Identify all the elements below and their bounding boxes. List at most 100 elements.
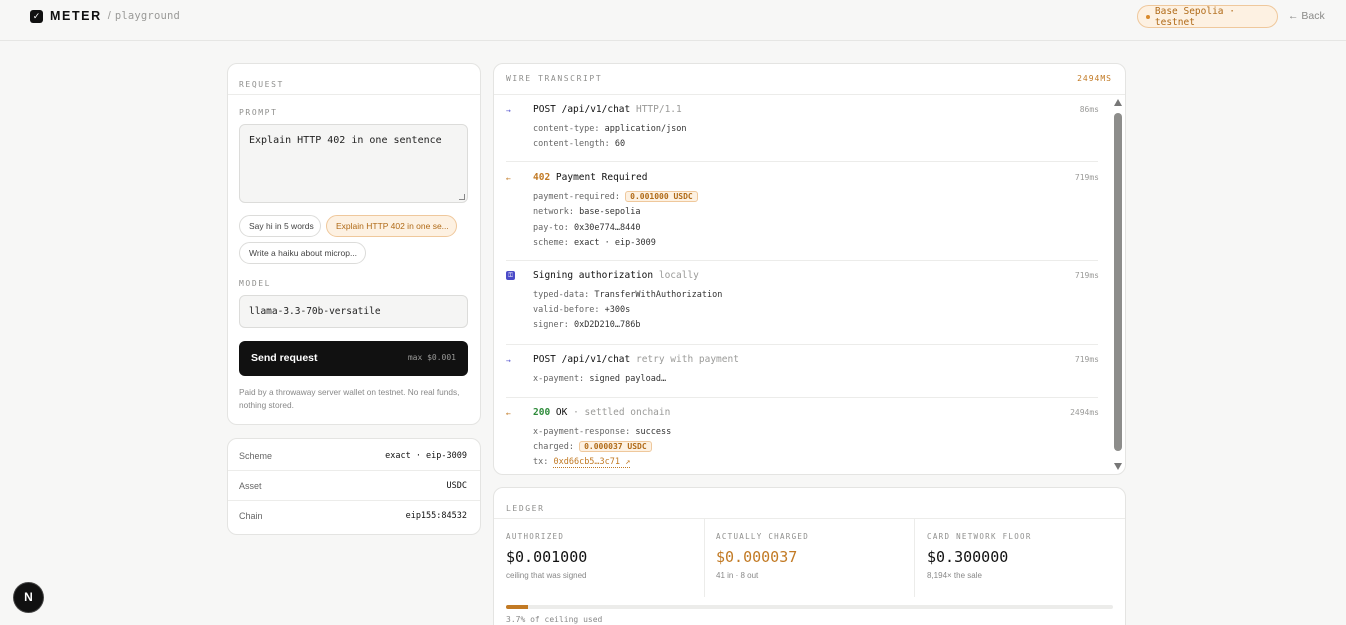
suggestion-chip[interactable]: Write a haiku about microp... — [239, 242, 366, 264]
send-button-max: max $0.001 — [407, 353, 456, 362]
authorized-value: $0.001000 — [506, 548, 588, 566]
resize-handle-icon[interactable] — [459, 194, 465, 200]
model-label: MODEL — [239, 279, 272, 288]
brand[interactable]: ✓ METER / playground — [30, 9, 180, 23]
authorized-sub: ceiling that was signed — [506, 571, 587, 580]
scheme-row: Scheme exact · eip-3009 — [228, 441, 480, 471]
header-line: pay-to: 0x30e774…8440 — [533, 223, 641, 233]
top-bar: ✓ METER / playground Base Sepolia · test… — [0, 0, 1346, 41]
dev-tools-button[interactable]: N — [14, 583, 43, 612]
arrow-left-icon: ← — [506, 409, 511, 418]
ledger-title: LEDGER — [506, 504, 545, 513]
arrow-right-icon: → — [506, 106, 511, 115]
prompt-value: Explain HTTP 402 in one sentence — [249, 135, 442, 146]
breadcrumb-separator: / — [107, 10, 111, 22]
suggestion-chip[interactable]: Say hi in 5 words — [239, 215, 321, 237]
header-line: content-type: application/json — [533, 124, 687, 134]
back-link[interactable]: ← Back — [1288, 10, 1325, 22]
wire-total-time: 2494MS — [1077, 74, 1112, 83]
transcript-entry: ← 402 Payment Required 719ms payment-req… — [494, 172, 1099, 262]
amount-pill: 0.001000 USDC — [625, 191, 698, 202]
scheme-key: Scheme — [239, 450, 273, 461]
prompt-label: PROMPT — [239, 108, 278, 117]
tx-link[interactable]: 0xd66cb5…3c71 ↗ — [553, 457, 631, 468]
entry-time: 719ms — [1074, 355, 1099, 364]
header-line: charged: 0.000037 USDC — [533, 441, 652, 452]
entry-title: POST /api/v1/chat retry with payment — [533, 354, 739, 365]
floor-sub: 8,194× the sale — [927, 571, 982, 580]
header-line: signer: 0xD2D210…786b — [533, 320, 641, 330]
transcript-entry: ← 200 OK · settled onchain 2494ms x-paym… — [494, 407, 1099, 474]
header-line: network: base-sepolia — [533, 207, 641, 217]
asset-row: Asset USDC — [228, 471, 480, 501]
transcript-entry: ⚿ Signing authorization locally 719ms ty… — [494, 270, 1099, 346]
charged-stat: ACTUALLY CHARGED $0.000037 41 in · 8 out — [704, 519, 915, 597]
brand-name: METER — [50, 9, 102, 23]
asset-value: USDC — [446, 480, 467, 491]
charged-value: $0.000037 — [716, 548, 798, 566]
charged-sub: 41 in · 8 out — [716, 571, 759, 580]
send-button-label: Send request — [251, 352, 318, 364]
header-line: x-payment: signed payload… — [533, 374, 667, 384]
network-badge: Base Sepolia · testnet — [1137, 5, 1278, 28]
floor-value: $0.300000 — [927, 548, 1009, 566]
progress-fill — [506, 605, 529, 609]
header-line: valid-before: +300s — [533, 305, 631, 315]
wire-transcript-title: WIRE TRANSCRIPT — [506, 74, 603, 83]
logo-icon: ✓ — [30, 9, 43, 23]
asset-key: Asset — [239, 480, 262, 491]
request-title: REQUEST — [239, 80, 284, 89]
status-dot-icon — [1146, 14, 1150, 19]
arrow-left-icon: ← — [506, 174, 511, 183]
scroll-down-icon[interactable] — [1114, 463, 1122, 470]
header-line: scheme: exact · eip-3009 — [533, 238, 656, 248]
scroll-up-icon[interactable] — [1114, 99, 1122, 106]
transcript-entry: → POST /api/v1/chat HTTP/1.1 86ms conten… — [494, 104, 1099, 164]
charged-label: ACTUALLY CHARGED — [716, 532, 810, 541]
arrow-right-icon: → — [506, 356, 511, 365]
divider — [506, 161, 1098, 162]
entry-title: 200 OK · settled onchain — [533, 407, 671, 418]
authorized-stat: AUTHORIZED $0.001000 ceiling that was si… — [494, 519, 705, 597]
floor-label: CARD NETWORK FLOOR — [927, 532, 1032, 541]
chain-row: Chain eip155:84532 — [228, 501, 480, 531]
suggestion-chip-active[interactable]: Explain HTTP 402 in one se... — [326, 215, 457, 237]
entry-time: 719ms — [1074, 173, 1099, 182]
entry-time: 2494ms — [1070, 408, 1099, 417]
wire-transcript-panel: WIRE TRANSCRIPT 2494MS → POST /api/v1/ch… — [493, 63, 1126, 475]
header-line: x-payment-response: success — [533, 427, 672, 437]
header-line: content-length: 60 — [533, 139, 626, 149]
scrollbar-thumb[interactable] — [1114, 113, 1122, 451]
divider — [506, 260, 1098, 261]
signing-key-icon: ⚿ — [506, 271, 515, 280]
entry-title: POST /api/v1/chat HTTP/1.1 — [533, 104, 682, 115]
network-label: Base Sepolia · testnet — [1154, 5, 1235, 28]
scheme-panel: Scheme exact · eip-3009 Asset USDC Chain… — [227, 438, 481, 535]
entry-title: Signing authorization locally — [533, 270, 699, 281]
chain-key: Chain — [239, 511, 263, 521]
entry-time: 86ms — [1079, 105, 1099, 114]
entry-time: 719ms — [1074, 271, 1099, 280]
request-panel: REQUEST PROMPT Explain HTTP 402 in one s… — [227, 63, 481, 425]
authorized-label: AUTHORIZED — [506, 532, 565, 541]
model-field[interactable]: llama-3.3-70b-versatile — [239, 295, 468, 328]
chain-value: eip155:84532 — [405, 511, 467, 521]
ceiling-progress-bar — [506, 605, 1113, 609]
footnote: Paid by a throwaway server wallet on tes… — [239, 387, 460, 410]
breadcrumb-page: playground — [114, 10, 181, 22]
scrollbar[interactable] — [1113, 97, 1123, 474]
divider — [506, 397, 1098, 398]
scheme-value: exact · eip-3009 — [385, 450, 467, 461]
entry-title: 402 Payment Required — [533, 172, 648, 183]
floor-stat: CARD NETWORK FLOOR $0.300000 8,194× the … — [915, 519, 1126, 597]
header-line: typed-data: TransferWithAuthorization — [533, 290, 723, 300]
divider — [506, 344, 1098, 345]
transcript-entry: → POST /api/v1/chat retry with payment 7… — [494, 354, 1099, 396]
amount-pill: 0.000037 USDC — [579, 441, 652, 452]
header-line: payment-required: 0.001000 USDC — [533, 191, 698, 202]
ledger-panel: LEDGER AUTHORIZED $0.001000 ceiling that… — [493, 487, 1126, 625]
prompt-textarea[interactable]: Explain HTTP 402 in one sentence — [239, 124, 468, 203]
header-line: tx: 0xd66cb5…3c71 ↗ — [533, 457, 631, 468]
progress-label: 3.7% of ceiling used — [506, 615, 603, 624]
send-request-button[interactable]: Send request max $0.001 — [239, 341, 468, 376]
